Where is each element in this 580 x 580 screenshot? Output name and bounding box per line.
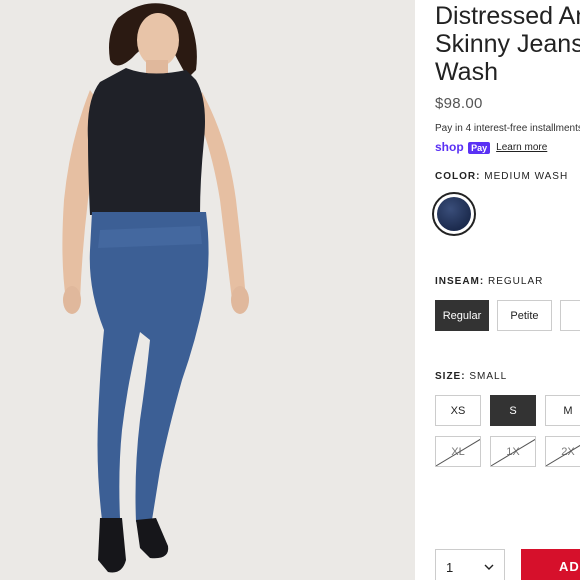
inseam-option-petite[interactable]: Petite (497, 300, 552, 331)
title-line: Wash (435, 58, 498, 86)
size-option-xs[interactable]: XS (435, 395, 481, 426)
size-label: SIZE: SMALL (435, 371, 507, 382)
size-option-2x-unavailable[interactable]: 2X (545, 436, 580, 467)
add-to-cart-button[interactable]: AD (521, 549, 580, 580)
color-value: MEDIUM WASH (484, 171, 569, 182)
inseam-option-regular[interactable]: Regular (435, 300, 489, 331)
shop-pay-row: shop Pay Learn more (435, 138, 547, 156)
size-option-s[interactable]: S (490, 395, 536, 426)
quantity-select[interactable]: 1 (435, 549, 505, 580)
size-label-key: SIZE: (435, 371, 466, 382)
learn-more-link[interactable]: Learn more (496, 142, 547, 153)
title-line: Distressed An (435, 2, 580, 30)
shop-brand: shop (435, 140, 464, 154)
size-option-1x-unavailable[interactable]: 1X (490, 436, 536, 467)
swatch-fill (437, 197, 471, 231)
inseam-label-key: INSEAM: (435, 276, 485, 287)
inseam-label: INSEAM: REGULAR (435, 276, 543, 287)
shop-pay-logo: shop Pay (435, 138, 491, 156)
title-line: Skinny Jeans, (435, 30, 580, 58)
product-price: $98.00 (435, 95, 483, 112)
color-label: COLOR: MEDIUM WASH (435, 171, 568, 182)
product-photo (0, 0, 415, 580)
color-label-key: COLOR: (435, 171, 481, 182)
installments-text: Pay in 4 interest-free installments of (435, 123, 580, 134)
size-option-xl-unavailable[interactable]: XL (435, 436, 481, 467)
chevron-down-icon (484, 560, 494, 574)
product-info-panel: Distressed An Skinny Jeans, Wash $98.00 … (415, 0, 580, 580)
size-option-m[interactable]: M (545, 395, 580, 426)
inseam-option-3[interactable] (560, 300, 580, 331)
pay-badge: Pay (468, 142, 491, 154)
color-swatch-medium-wash[interactable] (432, 192, 476, 236)
model-image (0, 0, 415, 580)
size-value: SMALL (469, 371, 508, 382)
quantity-value: 1 (446, 560, 454, 575)
inseam-value: REGULAR (488, 276, 544, 287)
product-title: Distressed An Skinny Jeans, Wash (435, 2, 580, 86)
